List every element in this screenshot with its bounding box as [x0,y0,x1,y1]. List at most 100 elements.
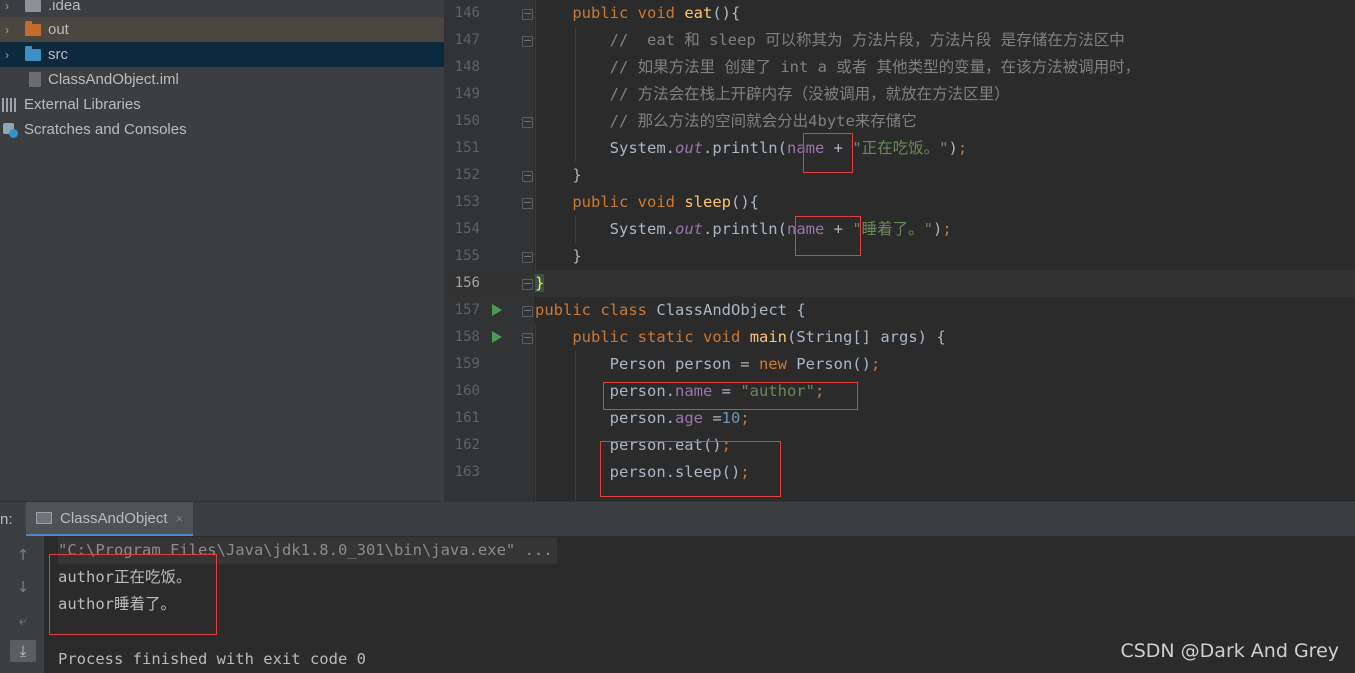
module-file-icon [29,72,41,87]
code-text: } [572,247,582,265]
run-icon[interactable] [492,304,502,316]
application-icon [36,512,52,524]
fold-icon[interactable] [522,306,533,317]
code-text: System.out.println(name + "正在吃饭。"); [609,139,968,157]
run-toolbar: ↑ ↓ ⤶ ⤓ [0,536,44,673]
watermark: CSDN @Dark And Grey [1120,640,1339,662]
chevron-right-icon[interactable]: › [0,23,14,37]
console-command-line: "C:\Program Files\Java\jdk1.8.0_301\bin\… [58,537,557,564]
line-number: 150 [454,113,480,129]
code-line[interactable]: 152 } [444,162,1355,189]
close-icon[interactable]: × [176,511,184,526]
scratches-icon [2,122,18,138]
tree-item-label: out [48,21,69,38]
fold-icon[interactable] [522,252,533,263]
code-text: } [535,270,545,297]
library-icon [2,97,18,112]
tree-item-label: src [48,46,68,63]
line-number: 160 [454,383,480,399]
line-number: 159 [454,356,480,372]
code-text: } [572,166,582,184]
code-line[interactable]: 151 System.out.println(name + "正在吃饭。"); [444,135,1355,162]
folder-excluded-icon [25,20,41,36]
soft-wrap-icon[interactable]: ⤶ [10,609,36,631]
code-line[interactable]: 154 System.out.println(name + "睡着了。"); [444,216,1355,243]
fold-icon[interactable] [522,36,533,47]
line-number: 154 [454,221,480,237]
code-line[interactable]: 149 // 方法会在栈上开辟内存（没被调用，就放在方法区里） [444,81,1355,108]
tree-item-label: External Libraries [24,96,141,113]
run-panel-header: n: ClassAndObject × [0,501,1355,537]
code-line[interactable]: 148 // 如果方法里 创建了 int a 或者 其他类型的变量，在该方法被调… [444,54,1355,81]
code-text: public void sleep(){ [572,193,760,211]
console-output-line: author正在吃饭。 [58,568,192,586]
line-number: 155 [454,248,480,264]
line-number: 151 [454,140,480,156]
code-text: public void eat(){ [572,4,741,22]
code-text: public class ClassAndObject { [535,301,806,319]
code-editor[interactable]: 146 public void eat(){ 147 // eat 和 slee… [444,0,1355,501]
line-number: 147 [454,32,480,48]
project-tree: › .idea › out › src ClassAndObject.iml E… [0,0,444,501]
console-output-line: author睡着了。 [58,595,176,613]
code-text: public static void main(String[] args) { [572,328,946,346]
tree-item-scratches[interactable]: Scratches and Consoles [0,117,444,142]
code-line[interactable]: 160 person.name = "author"; [444,378,1355,405]
console-exit-line: Process finished with exit code 0 [58,650,366,668]
fold-icon[interactable] [522,333,533,344]
code-text: person.name = "author"; [609,382,825,400]
tree-item-label: .idea [48,0,81,14]
arrow-down-icon[interactable]: ↓ [10,576,36,598]
code-line[interactable]: 155 } [444,243,1355,270]
fold-icon[interactable] [522,279,533,290]
code-line[interactable]: 153 public void sleep(){ [444,189,1355,216]
tree-item-iml[interactable]: ClassAndObject.iml [0,67,444,92]
line-number: 152 [454,167,480,183]
code-text: // 那么方法的空间就会分出4byte来存储它 [609,112,917,130]
code-line[interactable]: 147 // eat 和 sleep 可以称其为 方法片段，方法片段 是存储在方… [444,27,1355,54]
source-folder-icon [25,45,41,61]
fold-icon[interactable] [522,117,533,128]
line-number: 149 [454,86,480,102]
code-line[interactable]: 146 public void eat(){ [444,0,1355,27]
line-number: 156 [454,275,480,291]
fold-icon[interactable] [522,198,533,209]
run-icon[interactable] [492,331,502,343]
code-text: person.eat(); [609,436,731,454]
tree-item-label: ClassAndObject.iml [48,71,179,88]
chevron-right-icon[interactable]: › [0,48,14,62]
code-line[interactable]: 150 // 那么方法的空间就会分出4byte来存储它 [444,108,1355,135]
folder-icon [25,0,41,12]
tree-item-external-libraries[interactable]: External Libraries [0,92,444,117]
run-panel-label: n: [0,511,13,528]
line-number: 148 [454,59,480,75]
line-number: 162 [454,437,480,453]
tree-item-label: Scratches and Consoles [24,121,187,138]
arrow-up-icon[interactable]: ↑ [10,544,36,566]
code-text: // 方法会在栈上开辟内存（没被调用，就放在方法区里） [609,85,1010,103]
code-text: // eat 和 sleep 可以称其为 方法片段，方法片段 是存储在方法区中 [609,31,1125,49]
run-tab[interactable]: ClassAndObject × [26,502,194,537]
tree-item-src[interactable]: › src [0,42,444,67]
code-line[interactable]: 162 person.eat(); [444,432,1355,459]
fold-icon[interactable] [522,9,533,20]
matched-brace: } [535,274,545,292]
code-line[interactable]: 161 person.age =10; [444,405,1355,432]
code-text: System.out.println(name + "睡着了。"); [609,220,952,238]
scroll-to-end-icon[interactable]: ⤓ [10,640,36,662]
chevron-right-icon[interactable]: › [0,0,14,13]
code-text: person.sleep(); [609,463,750,481]
fold-icon[interactable] [522,171,533,182]
tree-item-out[interactable]: › out [0,17,444,42]
code-text: person.age =10; [609,409,750,427]
code-line[interactable]: 157 public class ClassAndObject { [444,297,1355,324]
code-line[interactable]: 158 public static void main(String[] arg… [444,324,1355,351]
line-number: 153 [454,194,480,210]
tree-item-idea[interactable]: › .idea [0,0,444,18]
code-line-current[interactable]: 156 } [444,270,1355,297]
code-line[interactable]: 163 person.sleep(); [444,459,1355,486]
line-number: 157 [454,302,480,318]
line-number: 146 [454,5,480,21]
line-number: 158 [454,329,480,345]
code-line[interactable]: 159 Person person = new Person(); [444,351,1355,378]
